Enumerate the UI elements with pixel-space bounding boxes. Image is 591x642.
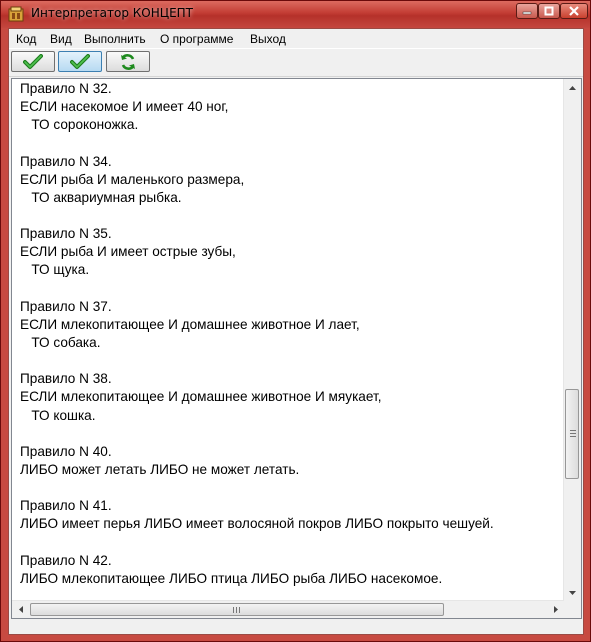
- app-window: Интерпретатор КОНЦЕПТ Код Вид Выполнить …: [0, 0, 591, 642]
- code-line: Правило N 41.: [20, 498, 112, 514]
- code-line: Правило N 40.: [20, 443, 112, 459]
- refresh-icon: [121, 53, 135, 70]
- window-client: Код Вид Выполнить О программе Выход Прав…: [8, 28, 584, 635]
- code-line: Правило N 32.: [20, 81, 112, 96]
- code-line: ТО щука.: [20, 262, 90, 278]
- code-editor[interactable]: Правило N 32. ЕСЛИ насекомое И имеет 40 н…: [11, 78, 582, 619]
- checkmark-icon: [23, 53, 43, 69]
- code-line: ЕСЛИ млекопитающее И домашнее животное И…: [20, 389, 382, 405]
- code-line: ЕСЛИ млекопитающее И домашнее животное И…: [20, 316, 360, 332]
- maximize-icon: [544, 6, 554, 16]
- code-line: ТО сороконожка.: [20, 117, 139, 133]
- window-title: Интерпретатор КОНЦЕПТ: [31, 6, 194, 20]
- menu-view[interactable]: Вид: [50, 32, 72, 46]
- close-button[interactable]: [560, 3, 588, 19]
- menu-run[interactable]: Выполнить: [84, 32, 146, 46]
- code-line: Правило N 34.: [20, 153, 112, 169]
- code-line: ТО кошка.: [20, 407, 96, 423]
- refresh-button[interactable]: [106, 51, 150, 72]
- scroll-down-arrow-icon[interactable]: [564, 584, 581, 601]
- code-line: ТО аквариумная рыбка.: [20, 189, 182, 205]
- code-line: ЕСЛИ насекомое И имеет 40 ног,: [20, 99, 229, 115]
- checkmark-icon: [70, 53, 90, 69]
- toolbar: [9, 48, 583, 77]
- close-icon: [569, 6, 579, 16]
- code-line: Правило N 42.: [20, 552, 112, 568]
- menu-bar: Код Вид Выполнить О программе Выход: [9, 29, 583, 48]
- code-line: Правило N 38.: [20, 371, 112, 387]
- maximize-button[interactable]: [538, 3, 560, 19]
- code-line: ЛИБО имеет перья ЛИБО имеет волосяной по…: [20, 516, 494, 532]
- scroll-right-arrow-icon[interactable]: [547, 601, 564, 618]
- vertical-scroll-thumb[interactable]: [565, 389, 579, 479]
- scroll-up-arrow-icon[interactable]: [564, 79, 581, 96]
- menu-exit[interactable]: Выход: [250, 32, 286, 46]
- scroll-left-arrow-icon[interactable]: [12, 601, 29, 618]
- minimize-icon: [522, 11, 532, 15]
- code-line: ЕСЛИ рыба И маленького размера,: [20, 171, 245, 187]
- title-bar[interactable]: Интерпретатор КОНЦЕПТ: [1, 1, 590, 28]
- scroll-corner: [564, 601, 581, 618]
- code-line: ЛИБО млекопитающее ЛИБО птица ЛИБО рыба …: [20, 570, 443, 586]
- check-button[interactable]: [11, 51, 55, 72]
- vertical-scrollbar[interactable]: [563, 79, 581, 601]
- run-check-button[interactable]: [58, 51, 102, 72]
- code-line: ТО собака.: [20, 334, 101, 350]
- code-line: Правило N 37.: [20, 298, 112, 314]
- app-icon: [8, 6, 24, 22]
- horizontal-scroll-thumb[interactable]: [30, 603, 444, 616]
- code-line: Правило N 35.: [20, 226, 112, 242]
- code-line: ЕСЛИ рыба И имеет острые зубы,: [20, 244, 236, 260]
- minimize-button[interactable]: [516, 3, 538, 19]
- code-line: ЛИБО может летать ЛИБО не может летать.: [20, 461, 300, 477]
- menu-code[interactable]: Код: [16, 32, 36, 46]
- editor-text[interactable]: Правило N 32. ЕСЛИ насекомое И имеет 40 н…: [20, 80, 560, 600]
- menu-about[interactable]: О программе: [160, 32, 233, 46]
- horizontal-scrollbar[interactable]: [12, 600, 564, 618]
